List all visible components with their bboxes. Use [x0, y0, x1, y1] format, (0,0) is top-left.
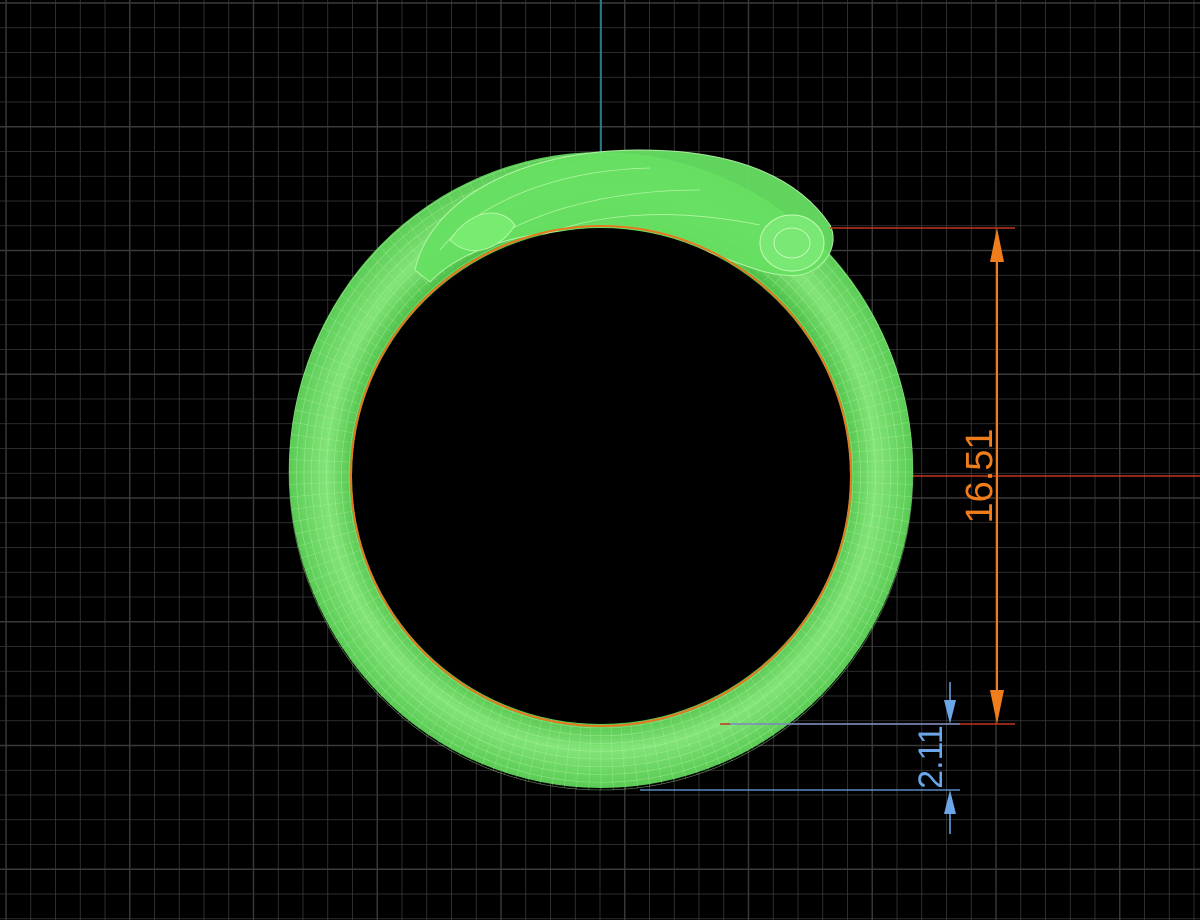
- inner-diameter-label: 16.51: [959, 428, 1001, 523]
- thickness-label: 2.11: [912, 725, 950, 789]
- cad-viewport[interactable]: 16.51 2.11: [0, 0, 1200, 920]
- ring-model[interactable]: [288, 149, 914, 791]
- ring-inner-hole: [352, 228, 850, 724]
